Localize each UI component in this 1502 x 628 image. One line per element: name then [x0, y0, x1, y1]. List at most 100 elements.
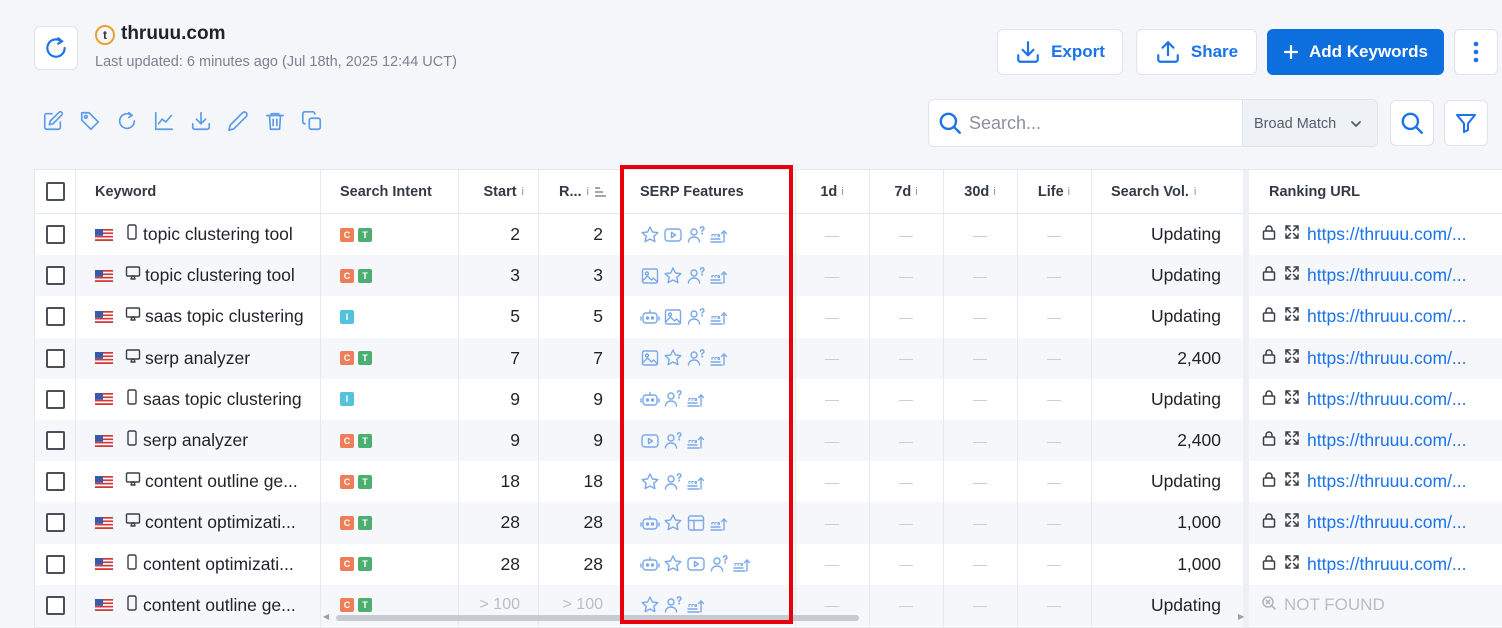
column-header-volume[interactable]: Search Vol. i [1091, 170, 1243, 213]
people-feature-icon[interactable] [709, 554, 729, 574]
info-icon[interactable]: i [993, 186, 995, 198]
image-feature-icon[interactable] [640, 348, 660, 368]
sitelinks-feature-icon[interactable] [709, 225, 729, 245]
expand-icon[interactable] [1284, 471, 1300, 492]
table-row[interactable]: saas topic clustering I 9 9 — — — — Updating http… [35, 379, 1502, 420]
column-header-30d[interactable]: 30d i [943, 170, 1017, 213]
sitelinks-feature-icon[interactable] [709, 348, 729, 368]
pencil-tool[interactable] [227, 110, 249, 132]
info-icon[interactable]: i [1068, 186, 1070, 198]
keyword-text[interactable]: topic clustering tool [143, 224, 293, 245]
video-feature-icon[interactable] [663, 225, 683, 245]
expand-icon[interactable] [1284, 348, 1300, 369]
row-checkbox[interactable] [45, 348, 65, 368]
expand-icon[interactable] [1284, 224, 1300, 245]
sort-icon[interactable] [594, 186, 606, 198]
table-row[interactable]: saas topic clustering I 5 5 — — — — Updating http… [35, 296, 1502, 337]
star-feature-icon[interactable] [640, 225, 660, 245]
people-feature-icon[interactable] [686, 266, 706, 286]
lock-icon[interactable] [1261, 389, 1277, 410]
keyword-text[interactable]: saas topic clustering [145, 306, 304, 327]
expand-icon[interactable] [1284, 554, 1300, 575]
image-feature-icon[interactable] [663, 307, 683, 327]
edit-note-tool[interactable] [42, 110, 64, 132]
people-feature-icon[interactable] [663, 472, 683, 492]
table-row[interactable]: topic clustering tool C T 3 3 — — — — Updating htt… [35, 255, 1502, 297]
ranking-url-link[interactable]: https://thruuu.com/... [1307, 306, 1467, 327]
ranking-url-link[interactable]: https://thruuu.com/... [1307, 471, 1467, 492]
share-button[interactable]: Share [1136, 29, 1257, 75]
scroll-left-icon[interactable]: ◀ [323, 612, 329, 621]
row-checkbox[interactable] [45, 431, 65, 451]
star-feature-icon[interactable] [663, 513, 683, 533]
download-tool[interactable] [190, 110, 212, 132]
row-checkbox[interactable] [45, 389, 65, 409]
sitelinks-feature-icon[interactable] [709, 266, 729, 286]
sitelinks-feature-icon[interactable] [709, 513, 729, 533]
more-options-button[interactable] [1454, 29, 1498, 75]
info-icon[interactable]: i [522, 186, 524, 198]
lock-icon[interactable] [1261, 348, 1277, 369]
column-header-1d[interactable]: 1d i [795, 170, 869, 213]
delete-tool[interactable] [264, 110, 286, 132]
star-feature-icon[interactable] [640, 472, 660, 492]
row-checkbox[interactable] [45, 513, 65, 533]
row-checkbox[interactable] [45, 472, 65, 492]
column-header-keyword[interactable]: Keyword [75, 170, 320, 213]
people-feature-icon[interactable] [686, 225, 706, 245]
column-header-life[interactable]: Life i [1017, 170, 1091, 213]
keyword-text[interactable]: topic clustering tool [145, 265, 295, 286]
image-feature-icon[interactable] [640, 266, 660, 286]
search-input[interactable] [969, 112, 1239, 134]
ranking-url-link[interactable]: https://thruuu.com/... [1307, 389, 1467, 410]
ai-feature-icon[interactable] [640, 389, 660, 409]
keyword-text[interactable]: serp analyzer [143, 430, 248, 451]
expand-icon[interactable] [1284, 430, 1300, 451]
info-icon[interactable]: i [841, 186, 843, 198]
filter-button[interactable] [1444, 100, 1488, 146]
ai-feature-icon[interactable] [640, 513, 660, 533]
table-row[interactable]: serp analyzer C T 9 9 — — — — 2,400 https://thruuu… [35, 420, 1502, 462]
keyword-text[interactable]: content optimizati... [145, 512, 296, 533]
expand-icon[interactable] [1284, 512, 1300, 533]
column-header-intent[interactable]: Search Intent [320, 170, 458, 213]
lock-icon[interactable] [1261, 554, 1277, 575]
row-checkbox[interactable] [45, 266, 65, 286]
expand-icon[interactable] [1284, 306, 1300, 327]
ranking-url-link[interactable]: https://thruuu.com/... [1307, 430, 1467, 451]
people-feature-icon[interactable] [663, 389, 683, 409]
table-row[interactable]: serp analyzer C T 7 7 — — — — 2,400 https://thruuu… [35, 337, 1502, 379]
column-header-serp[interactable]: SERP Features [620, 170, 795, 213]
table-row[interactable]: content outline ge... C T 18 18 — — — — Updating h… [35, 461, 1502, 502]
row-checkbox[interactable] [45, 307, 65, 327]
star-feature-icon[interactable] [663, 348, 683, 368]
refresh-button[interactable] [34, 26, 78, 70]
row-checkbox[interactable] [45, 554, 65, 574]
sitelinks-feature-icon[interactable] [709, 307, 729, 327]
row-checkbox[interactable] [45, 225, 65, 245]
tag-tool[interactable] [79, 110, 101, 132]
match-type-select[interactable]: Broad Match [1242, 100, 1377, 146]
people-feature-icon[interactable] [663, 431, 683, 451]
keyword-text[interactable]: saas topic clustering [143, 389, 302, 410]
column-header-7d[interactable]: 7d i [869, 170, 943, 213]
info-icon[interactable]: i [587, 186, 589, 198]
lock-icon[interactable] [1261, 430, 1277, 451]
people-feature-icon[interactable] [686, 348, 706, 368]
recheck-tool[interactable] [116, 110, 138, 132]
chart-tool[interactable] [153, 110, 175, 132]
select-all-checkbox[interactable] [45, 182, 65, 201]
lock-icon[interactable] [1261, 306, 1277, 327]
add-keywords-button[interactable]: Add Keywords [1267, 29, 1444, 75]
sitelinks-feature-icon[interactable] [686, 431, 706, 451]
keyword-text[interactable]: content outline ge... [145, 471, 298, 492]
export-button[interactable]: Export [997, 29, 1123, 75]
sitelinks-feature-icon[interactable] [686, 389, 706, 409]
scroll-right-icon[interactable]: ▶ [1238, 612, 1244, 621]
lock-icon[interactable] [1261, 512, 1277, 533]
ranking-url-link[interactable]: https://thruuu.com/... [1307, 348, 1467, 369]
people-feature-icon[interactable] [686, 307, 706, 327]
info-icon[interactable]: i [1194, 186, 1196, 198]
row-checkbox[interactable] [45, 595, 65, 615]
sitelinks-feature-icon[interactable] [732, 554, 752, 574]
